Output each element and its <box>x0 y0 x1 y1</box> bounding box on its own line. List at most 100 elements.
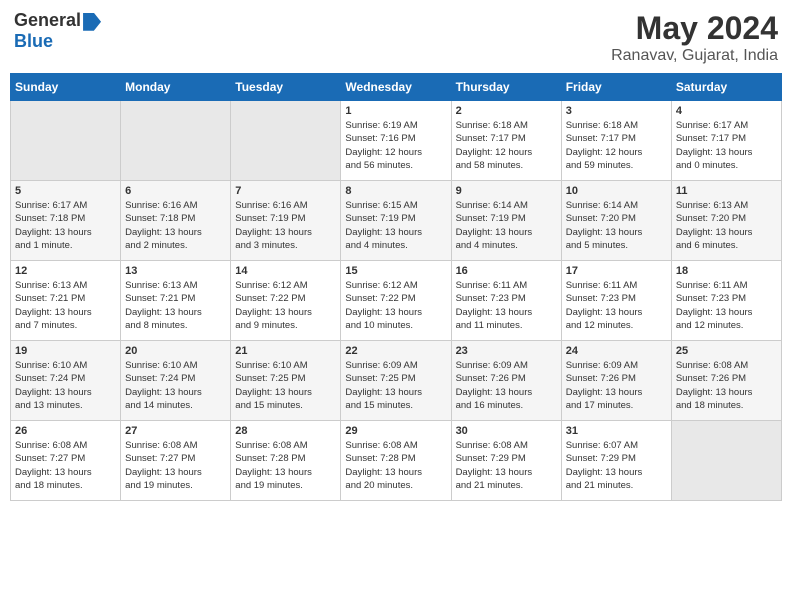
day-number: 4 <box>676 105 777 117</box>
calendar-cell: 28 Sunrise: 6:08 AM Sunset: 7:28 PM Dayli… <box>231 421 341 501</box>
calendar-cell: 10Sunrise: 6:14 AM Sunset: 7:20 PM Dayli… <box>561 181 671 261</box>
calendar-cell: 12 Sunrise: 6:13 AM Sunset: 7:21 PM Dayli… <box>11 261 121 341</box>
day-info: Sunrise: 6:15 AM Sunset: 7:19 PM Dayligh… <box>345 199 446 252</box>
day-info: Sunrise: 6:14 AM Sunset: 7:19 PM Dayligh… <box>456 199 557 252</box>
day-info: Sunrise: 6:10 AM Sunset: 7:24 PM Dayligh… <box>125 359 226 412</box>
calendar-cell: 19 Sunrise: 6:10 AM Sunset: 7:24 PM Dayli… <box>11 341 121 421</box>
calendar-week-2: 5 Sunrise: 6:17 AM Sunset: 7:18 PM Daylig… <box>11 181 782 261</box>
day-info: Sunrise: 6:17 AM Sunset: 7:17 PM Dayligh… <box>676 119 777 172</box>
logo-top: General <box>14 10 101 31</box>
day-number: 7 <box>235 185 336 197</box>
header-cell-thursday: Thursday <box>451 74 561 101</box>
calendar-cell: 11Sunrise: 6:13 AM Sunset: 7:20 PM Dayli… <box>671 181 781 261</box>
calendar-cell: 4 Sunrise: 6:17 AM Sunset: 7:17 PM Daylig… <box>671 101 781 181</box>
day-number: 9 <box>456 185 557 197</box>
day-info: Sunrise: 6:11 AM Sunset: 7:23 PM Dayligh… <box>566 279 667 332</box>
day-number: 2 <box>456 105 557 117</box>
header-cell-sunday: Sunday <box>11 74 121 101</box>
day-number: 28 <box>235 425 336 437</box>
day-info: Sunrise: 6:17 AM Sunset: 7:18 PM Dayligh… <box>15 199 116 252</box>
calendar-cell: 6 Sunrise: 6:16 AM Sunset: 7:18 PM Daylig… <box>121 181 231 261</box>
day-number: 20 <box>125 345 226 357</box>
calendar-cell: 5 Sunrise: 6:17 AM Sunset: 7:18 PM Daylig… <box>11 181 121 261</box>
header-cell-friday: Friday <box>561 74 671 101</box>
calendar-week-3: 12 Sunrise: 6:13 AM Sunset: 7:21 PM Dayli… <box>11 261 782 341</box>
day-info: Sunrise: 6:12 AM Sunset: 7:22 PM Dayligh… <box>235 279 336 332</box>
day-number: 1 <box>345 105 446 117</box>
day-number: 10 <box>566 185 667 197</box>
day-number: 26 <box>15 425 116 437</box>
day-number: 21 <box>235 345 336 357</box>
day-number: 31 <box>566 425 667 437</box>
calendar-cell <box>671 421 781 501</box>
calendar-cell: 27 Sunrise: 6:08 AM Sunset: 7:27 PM Dayli… <box>121 421 231 501</box>
calendar-cell: 29Sunrise: 6:08 AM Sunset: 7:28 PM Dayli… <box>341 421 451 501</box>
day-number: 19 <box>15 345 116 357</box>
calendar-cell: 16 Sunrise: 6:11 AM Sunset: 7:23 PM Dayli… <box>451 261 561 341</box>
header-cell-tuesday: Tuesday <box>231 74 341 101</box>
calendar-cell: 26 Sunrise: 6:08 AM Sunset: 7:27 PM Dayli… <box>11 421 121 501</box>
calendar-cell: 3 Sunrise: 6:18 AM Sunset: 7:17 PM Daylig… <box>561 101 671 181</box>
day-number: 3 <box>566 105 667 117</box>
calendar-header: SundayMondayTuesdayWednesdayThursdayFrid… <box>11 74 782 101</box>
logo-blue-text: Blue <box>14 31 53 52</box>
calendar-week-1: 1Sunrise: 6:19 AM Sunset: 7:16 PM Daylig… <box>11 101 782 181</box>
calendar-week-4: 19 Sunrise: 6:10 AM Sunset: 7:24 PM Dayli… <box>11 341 782 421</box>
day-number: 24 <box>566 345 667 357</box>
day-info: Sunrise: 6:07 AM Sunset: 7:29 PM Dayligh… <box>566 439 667 492</box>
day-info: Sunrise: 6:11 AM Sunset: 7:23 PM Dayligh… <box>676 279 777 332</box>
location-subtitle: Ranavav, Gujarat, India <box>611 47 778 65</box>
day-number: 17 <box>566 265 667 277</box>
day-number: 30 <box>456 425 557 437</box>
day-info: Sunrise: 6:11 AM Sunset: 7:23 PM Dayligh… <box>456 279 557 332</box>
logo-icon <box>83 13 101 31</box>
day-info: Sunrise: 6:16 AM Sunset: 7:18 PM Dayligh… <box>125 199 226 252</box>
day-number: 8 <box>345 185 446 197</box>
calendar-cell: 18 Sunrise: 6:11 AM Sunset: 7:23 PM Dayli… <box>671 261 781 341</box>
day-info: Sunrise: 6:09 AM Sunset: 7:26 PM Dayligh… <box>566 359 667 412</box>
day-info: Sunrise: 6:13 AM Sunset: 7:21 PM Dayligh… <box>125 279 226 332</box>
day-number: 27 <box>125 425 226 437</box>
calendar-cell: 9 Sunrise: 6:14 AM Sunset: 7:19 PM Daylig… <box>451 181 561 261</box>
calendar-body: 1Sunrise: 6:19 AM Sunset: 7:16 PM Daylig… <box>11 101 782 501</box>
calendar-cell <box>231 101 341 181</box>
day-number: 5 <box>15 185 116 197</box>
day-info: Sunrise: 6:18 AM Sunset: 7:17 PM Dayligh… <box>566 119 667 172</box>
header-cell-monday: Monday <box>121 74 231 101</box>
calendar-cell: 13 Sunrise: 6:13 AM Sunset: 7:21 PM Dayli… <box>121 261 231 341</box>
day-info: Sunrise: 6:12 AM Sunset: 7:22 PM Dayligh… <box>345 279 446 332</box>
day-info: Sunrise: 6:08 AM Sunset: 7:28 PM Dayligh… <box>235 439 336 492</box>
calendar-cell <box>11 101 121 181</box>
day-info: Sunrise: 6:18 AM Sunset: 7:17 PM Dayligh… <box>456 119 557 172</box>
day-number: 25 <box>676 345 777 357</box>
calendar-cell: 22 Sunrise: 6:09 AM Sunset: 7:25 PM Dayli… <box>341 341 451 421</box>
header-row: SundayMondayTuesdayWednesdayThursdayFrid… <box>11 74 782 101</box>
day-info: Sunrise: 6:16 AM Sunset: 7:19 PM Dayligh… <box>235 199 336 252</box>
calendar-cell: 14 Sunrise: 6:12 AM Sunset: 7:22 PM Dayli… <box>231 261 341 341</box>
day-number: 22 <box>345 345 446 357</box>
day-info: Sunrise: 6:10 AM Sunset: 7:24 PM Dayligh… <box>15 359 116 412</box>
day-info: Sunrise: 6:08 AM Sunset: 7:27 PM Dayligh… <box>15 439 116 492</box>
day-info: Sunrise: 6:10 AM Sunset: 7:25 PM Dayligh… <box>235 359 336 412</box>
day-info: Sunrise: 6:08 AM Sunset: 7:27 PM Dayligh… <box>125 439 226 492</box>
day-number: 13 <box>125 265 226 277</box>
day-number: 16 <box>456 265 557 277</box>
day-info: Sunrise: 6:08 AM Sunset: 7:26 PM Dayligh… <box>676 359 777 412</box>
day-number: 12 <box>15 265 116 277</box>
day-number: 6 <box>125 185 226 197</box>
calendar-cell: 15Sunrise: 6:12 AM Sunset: 7:22 PM Dayli… <box>341 261 451 341</box>
calendar-cell: 31 Sunrise: 6:07 AM Sunset: 7:29 PM Dayli… <box>561 421 671 501</box>
title-area: May 2024 Ranavav, Gujarat, India <box>611 10 778 65</box>
page-header: General Blue May 2024 Ranavav, Gujarat, … <box>10 10 782 65</box>
day-number: 14 <box>235 265 336 277</box>
day-info: Sunrise: 6:09 AM Sunset: 7:26 PM Dayligh… <box>456 359 557 412</box>
calendar-cell: 8 Sunrise: 6:15 AM Sunset: 7:19 PM Daylig… <box>341 181 451 261</box>
day-info: Sunrise: 6:13 AM Sunset: 7:21 PM Dayligh… <box>15 279 116 332</box>
day-number: 18 <box>676 265 777 277</box>
day-number: 23 <box>456 345 557 357</box>
day-number: 29 <box>345 425 446 437</box>
calendar-cell: 23 Sunrise: 6:09 AM Sunset: 7:26 PM Dayli… <box>451 341 561 421</box>
calendar-cell: 24 Sunrise: 6:09 AM Sunset: 7:26 PM Dayli… <box>561 341 671 421</box>
day-info: Sunrise: 6:09 AM Sunset: 7:25 PM Dayligh… <box>345 359 446 412</box>
calendar-cell: 2 Sunrise: 6:18 AM Sunset: 7:17 PM Daylig… <box>451 101 561 181</box>
